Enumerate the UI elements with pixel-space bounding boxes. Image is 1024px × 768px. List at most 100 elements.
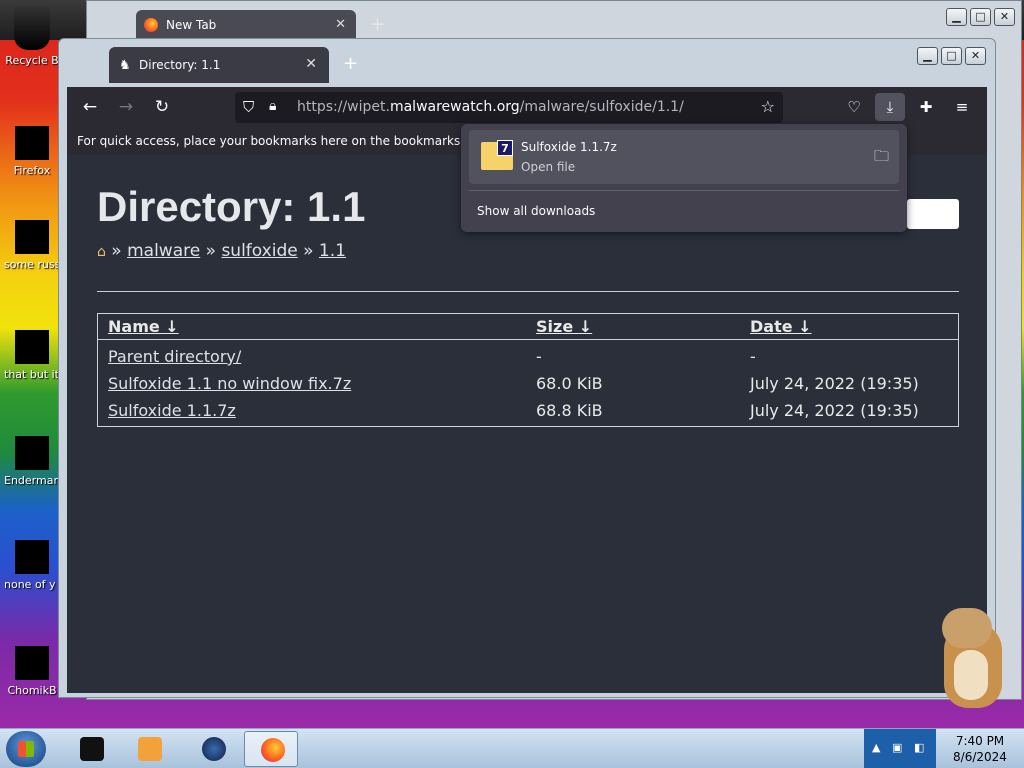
window-controls: ▁ □ ✕ (917, 47, 986, 65)
maximize-button[interactable]: □ (941, 47, 962, 65)
bookmark-star-icon[interactable]: ☆ (761, 97, 775, 116)
page-title: Directory: 1.1 (97, 183, 366, 230)
globe-icon (202, 737, 226, 761)
new-tab-button[interactable]: + (370, 14, 385, 35)
file-icon (15, 646, 49, 680)
file-icon (15, 330, 49, 364)
show-all-downloads-button[interactable]: Show all downloads (477, 204, 595, 218)
file-date: July 24, 2022 (19:35) (750, 401, 919, 420)
file-listing-table: Name ↓ Size ↓ Date ↓ Parent directory/ -… (97, 313, 959, 427)
show-in-folder-icon[interactable]: 🗀 (874, 146, 889, 171)
desktop-icon-some-russ[interactable]: some russ ran a ra (4, 220, 60, 272)
sort-by-name[interactable]: Name ↓ (108, 317, 179, 336)
navigation-toolbar: ← → ↻ ⛉ 🔒︎ https://wipet.malwarewatch.or… (67, 87, 987, 127)
show-hidden-icons-icon[interactable]: ▲ (872, 741, 880, 754)
windows-logo-icon (18, 741, 34, 757)
tab-new-tab[interactable]: New Tab ✕ (136, 10, 356, 40)
download-status: Open file (521, 160, 576, 174)
pocket-button[interactable]: ♡ (839, 93, 869, 121)
table-row: Parent directory/ - - (98, 344, 958, 370)
background-window-controls: ▁ □ ✕ (946, 8, 1015, 26)
file-link[interactable]: Sulfoxide 1.1.7z (108, 401, 236, 420)
arrow-right-icon: → (118, 97, 134, 117)
downloads-button[interactable]: ⤓ (875, 93, 905, 121)
recycle-bin-icon (14, 6, 50, 50)
hamster-image (938, 604, 1006, 708)
lock-icon[interactable]: 🔒︎ (269, 98, 276, 114)
table-row: Sulfoxide 1.1.7z 68.8 KiB July 24, 2022 … (98, 398, 958, 424)
back-button[interactable]: ← (77, 95, 103, 119)
puzzle-icon: ✚ (919, 98, 933, 116)
desktop-icon-firefox[interactable]: Firefox (4, 126, 60, 178)
maximize-button[interactable]: □ (970, 8, 991, 26)
close-button[interactable]: ✕ (965, 47, 986, 65)
page-icon: ♞ (119, 58, 131, 73)
desktop-icon-chomikb[interactable]: ChomikB (4, 646, 60, 698)
system-tray: ▲ ▣ ◧ (864, 729, 936, 768)
taskbar-app-globe[interactable] (186, 731, 240, 767)
sort-by-size[interactable]: Size ↓ (536, 317, 592, 336)
file-size: - (536, 347, 542, 366)
network-icon[interactable]: ▣ (892, 741, 902, 754)
reload-icon: ↻ (154, 97, 170, 117)
start-button[interactable] (6, 731, 46, 767)
divider (469, 190, 899, 191)
pocket-icon: ♡ (847, 98, 861, 116)
new-tab-button[interactable]: + (343, 53, 358, 74)
title-bar: ♞ Directory: 1.1 ✕ + ▁ □ ✕ (59, 39, 995, 87)
tab-directory[interactable]: ♞ Directory: 1.1 ✕ (109, 47, 329, 83)
minimize-button[interactable]: ▁ (917, 47, 938, 65)
reload-button[interactable]: ↻ (149, 95, 175, 119)
extensions-button[interactable]: ✚ (911, 93, 941, 121)
firefox-icon (261, 738, 285, 762)
file-link[interactable]: Parent directory/ (108, 347, 241, 366)
search-input[interactable] (907, 199, 959, 229)
sort-by-date[interactable]: Date ↓ (750, 317, 812, 336)
file-icon (15, 540, 49, 574)
minimize-button[interactable]: ▁ (946, 8, 967, 26)
firefox-icon (144, 18, 158, 32)
breadcrumb-malware[interactable]: malware (127, 241, 200, 261)
file-date: - (750, 347, 756, 366)
breadcrumb: ⌂ » malware » sulfoxide » 1.1 (97, 241, 346, 261)
table-header: Name ↓ Size ↓ Date ↓ (98, 314, 958, 340)
file-link[interactable]: Sulfoxide 1.1 no window fix.7z (108, 374, 351, 393)
desktop-icon-that-but-its[interactable]: that but its (4, 330, 60, 382)
download-icon: ⤓ (886, 98, 894, 116)
close-tab-icon[interactable]: ✕ (305, 56, 317, 72)
media-player-icon (138, 737, 162, 761)
folder-icon (15, 436, 49, 470)
terminal-icon (80, 737, 104, 761)
file-size: 68.8 KiB (536, 401, 603, 420)
close-button[interactable]: ✕ (994, 8, 1015, 26)
firefox-icon (15, 126, 49, 160)
url-bar[interactable]: ⛉ 🔒︎ https://wipet.malwarewatch.org/malw… (235, 92, 783, 123)
taskbar-app-terminal[interactable] (64, 731, 118, 767)
hamburger-menu-icon: ≡ (955, 98, 969, 116)
close-tab-icon[interactable]: ✕ (335, 17, 346, 32)
table-row: Sulfoxide 1.1 no window fix.7z 68.0 KiB … (98, 371, 958, 397)
divider (97, 291, 959, 292)
desktop-icon-none-of-y[interactable]: none of y retards kn (4, 540, 60, 592)
file-icon (15, 220, 49, 254)
download-item[interactable]: 7 Sulfoxide 1.1.7z Open file 🗀 (469, 130, 899, 184)
menu-button[interactable]: ≡ (947, 93, 977, 121)
desktop-icon-recycle-bin[interactable]: Recycle B (4, 6, 60, 68)
home-icon[interactable]: ⌂ (97, 244, 106, 260)
forward-button[interactable]: → (113, 95, 139, 119)
breadcrumb-sulfoxide[interactable]: sulfoxide (221, 241, 297, 261)
clock[interactable]: 7:40 PM 8/6/2024 (940, 733, 1020, 765)
downloads-panel: 7 Sulfoxide 1.1.7z Open file 🗀 Show all … (461, 124, 907, 232)
file-date: July 24, 2022 (19:35) (750, 374, 919, 393)
taskbar-app-media[interactable] (122, 731, 176, 767)
archive-file-icon: 7 (481, 140, 513, 170)
volume-icon[interactable]: ◧ (914, 741, 924, 754)
breadcrumb-1-1[interactable]: 1.1 (319, 241, 346, 261)
taskbar: ▲ ▣ ◧ 7:40 PM 8/6/2024 (0, 728, 1024, 768)
taskbar-app-firefox[interactable] (244, 731, 298, 767)
download-file-name: Sulfoxide 1.1.7z (521, 140, 617, 154)
shield-icon[interactable]: ⛉ (243, 98, 254, 116)
desktop-icon-enderman[interactable]: Enderman (4, 436, 60, 488)
page-content: Directory: 1.1 ⌂ » malware » sulfoxide »… (67, 155, 987, 693)
arrow-left-icon: ← (82, 97, 98, 117)
